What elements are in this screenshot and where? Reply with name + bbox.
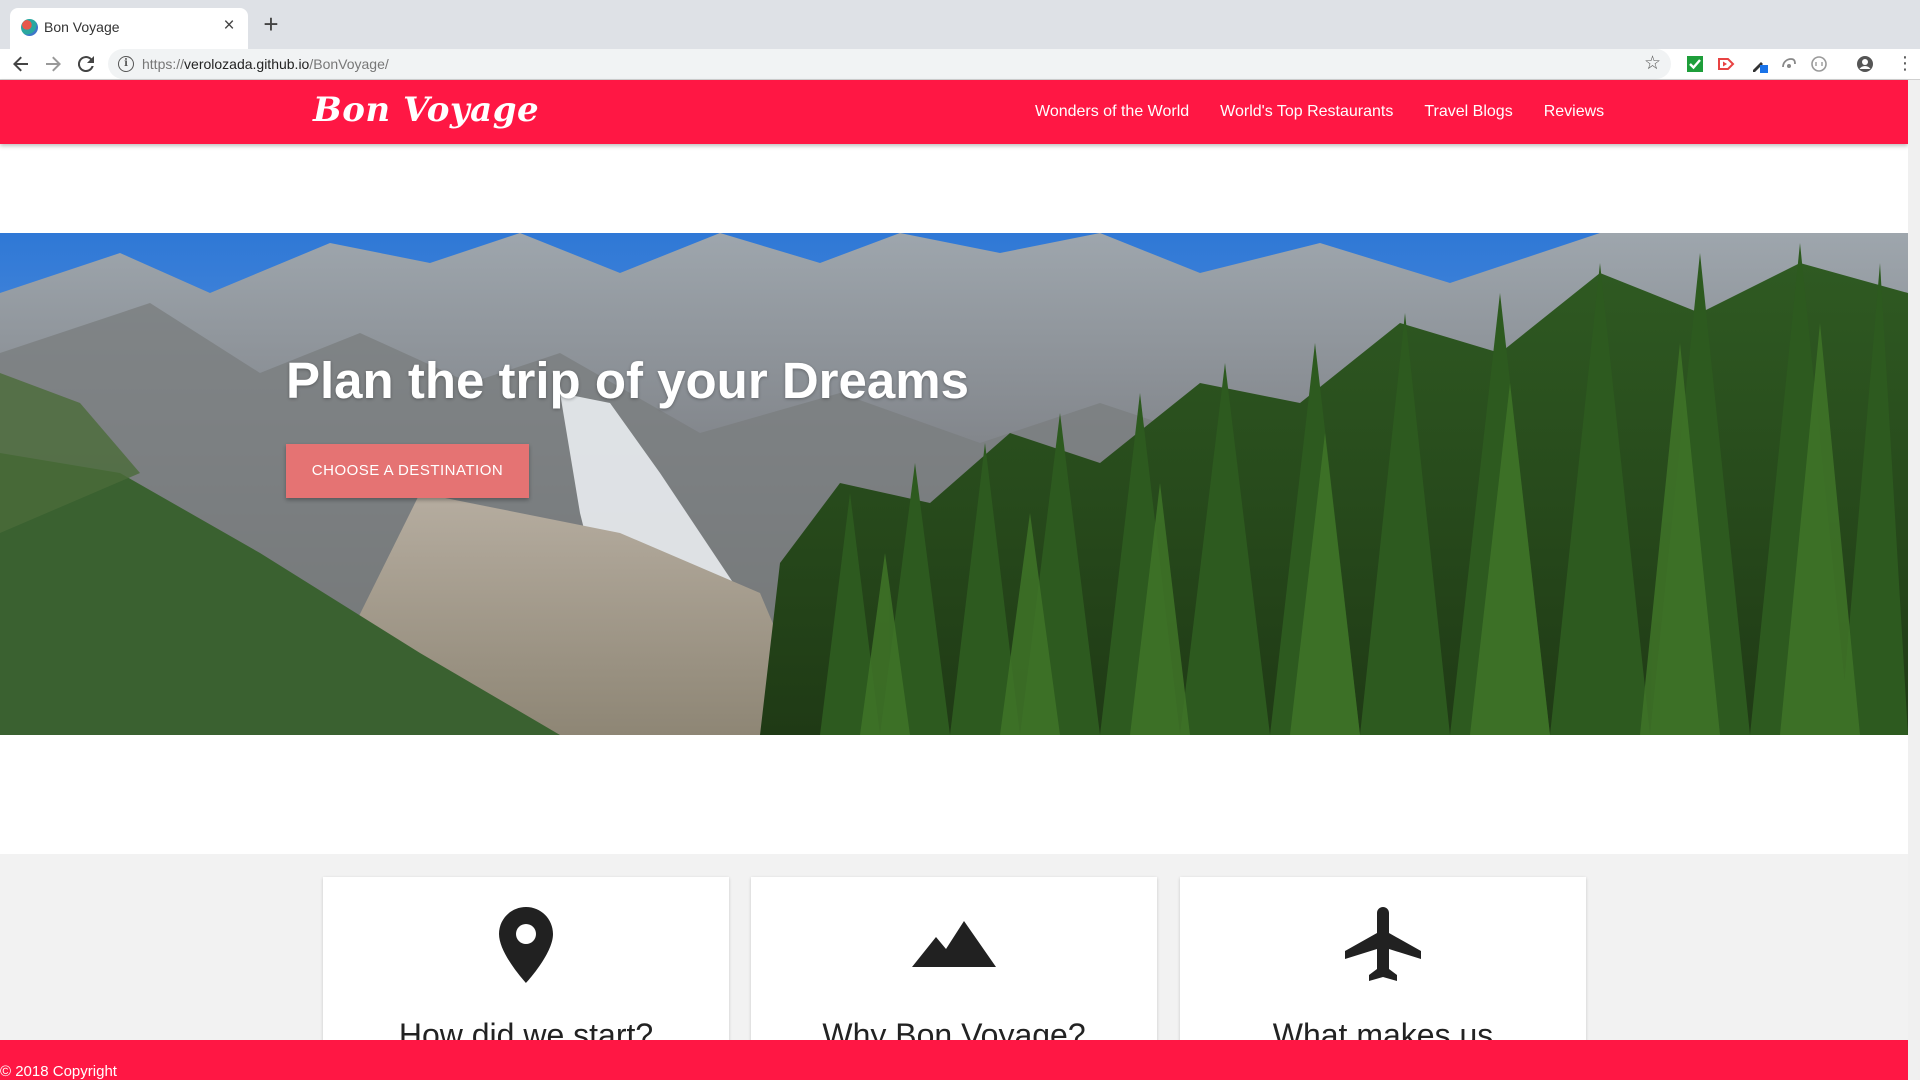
site-logo[interactable]: Bon Voyage	[313, 90, 539, 130]
info-icon[interactable]: i	[118, 56, 134, 72]
mountains-icon	[912, 921, 996, 967]
browser-tabstrip: Bon Voyage × +	[0, 0, 1920, 49]
nav-link-wonders[interactable]: Wonders of the World	[1035, 103, 1189, 121]
nav-link-restaurants[interactable]: World's Top Restaurants	[1220, 103, 1393, 121]
nav-link-reviews[interactable]: Reviews	[1544, 103, 1604, 121]
back-icon[interactable]	[6, 49, 36, 79]
nav-links: Wonders of the World World's Top Restaur…	[1035, 80, 1635, 144]
feature-card-why: Why Bon Voyage?	[751, 877, 1157, 1057]
close-tab-icon[interactable]: ×	[218, 15, 240, 37]
site-footer: © 2018 Copyright	[0, 1040, 1908, 1080]
eyedropper-extension-icon[interactable]	[1750, 55, 1768, 73]
map-pin-icon	[499, 907, 553, 983]
browser-menu-icon[interactable]: ⋮	[1896, 53, 1914, 73]
url-text[interactable]: https://verolozada.github.io/BonVoyage/	[142, 56, 389, 72]
bookmark-star-icon[interactable]: ☆	[1644, 53, 1661, 75]
choose-destination-button[interactable]: CHOOSE A DESTINATION	[286, 444, 529, 498]
site-navbar: Bon Voyage Wonders of the World World's …	[0, 80, 1908, 144]
feature-card-what: What makes us	[1180, 877, 1586, 1057]
profile-icon[interactable]	[1856, 55, 1874, 73]
video-extension-icon[interactable]	[1717, 55, 1735, 73]
airplane-icon	[1345, 907, 1421, 981]
cursor-extension-icon[interactable]	[1780, 55, 1798, 73]
copyright-text: © 2018 Copyright	[0, 1063, 117, 1080]
nav-link-travel-blogs[interactable]: Travel Blogs	[1424, 103, 1512, 121]
circle-extension-icon[interactable]	[1810, 55, 1828, 73]
new-tab-icon[interactable]: +	[258, 11, 284, 37]
checkmark-extension-icon[interactable]	[1686, 55, 1704, 73]
browser-toolbar: i https://verolozada.github.io/BonVoyage…	[0, 49, 1920, 79]
globe-favicon-icon	[21, 19, 38, 36]
feature-card-start: How did we start?	[323, 877, 729, 1057]
reload-icon[interactable]	[71, 49, 101, 79]
features-section: How did we start? Why Bon Voyage? What m…	[0, 854, 1908, 1057]
forward-icon[interactable]	[38, 49, 68, 79]
address-bar[interactable]: i https://verolozada.github.io/BonVoyage…	[108, 49, 1671, 79]
page-scrollbar[interactable]	[1908, 80, 1920, 1080]
hero-title: Plan the trip of your Dreams	[286, 352, 969, 409]
browser-tab[interactable]: Bon Voyage ×	[10, 8, 248, 49]
tab-title: Bon Voyage	[44, 19, 120, 35]
hero-banner: Plan the trip of your Dreams CHOOSE A DE…	[0, 233, 1908, 735]
